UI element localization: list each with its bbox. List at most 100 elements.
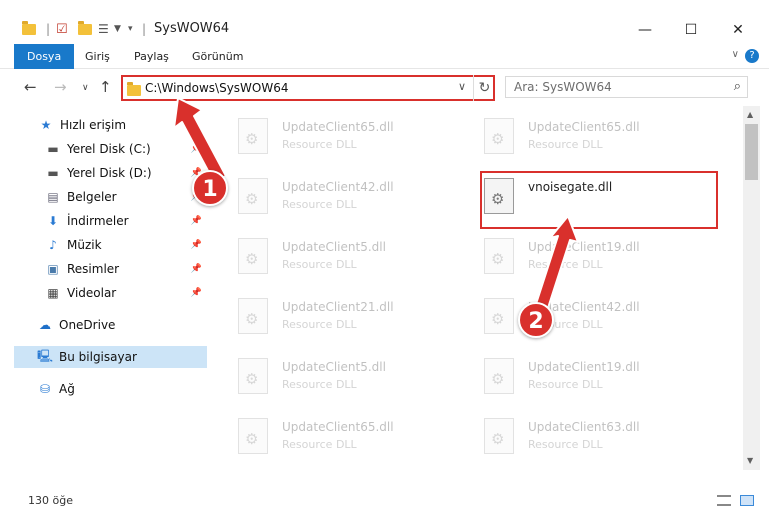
sidebar-item-local-disk-c[interactable]: ▬ Yerel Disk (C:) 📌 [0, 138, 208, 160]
tab-view[interactable]: Görünüm [192, 44, 243, 69]
pin-icon: 📌 [190, 216, 202, 226]
search-icon[interactable]: ⌕ [734, 79, 741, 94]
address-bar[interactable]: C:\Windows\SysWOW64 ∨ ↻ [121, 75, 495, 101]
sidebar-item-pictures[interactable]: ▣ Resimler 📌 [0, 258, 208, 280]
list-item[interactable]: UpdateClient19.dll Resource DLL [484, 356, 714, 402]
new-folder-icon[interactable] [78, 20, 92, 38]
file-name: UpdateClient65.dll [282, 420, 394, 434]
quick-access-dropdown-icon[interactable]: ▼ [114, 20, 121, 38]
dll-file-icon [238, 238, 268, 274]
list-item[interactable]: UpdateClient42.dll Resource DLL [238, 176, 468, 222]
scroll-up-icon[interactable]: ▲ [747, 110, 753, 119]
tiles-view-icon[interactable] [740, 495, 754, 506]
file-list: UpdateClient65.dll Resource DLL UpdateCl… [208, 110, 743, 470]
up-arrow-icon[interactable]: ↑ [99, 78, 112, 96]
sidebar-item-videos[interactable]: ▦ Videolar 📌 [0, 282, 208, 304]
ribbon-tabs: Dosya Giriş Paylaş Görünüm ∨ ? [0, 44, 769, 69]
list-item[interactable]: UpdateClient5.dll Resource DLL [238, 356, 468, 402]
close-button[interactable]: ✕ [718, 18, 758, 42]
sidebar-item-local-disk-d[interactable]: ▬ Yerel Disk (D:) 📌 [0, 162, 208, 184]
sidebar-item-label: Yerel Disk (D:) [67, 166, 152, 180]
maximize-button[interactable]: ☐ [671, 18, 711, 42]
list-item[interactable]: UpdateClient19.dll Resource DLL [484, 236, 714, 282]
sidebar-item-this-pc[interactable]: 🖳 Bu bilgisayar [14, 346, 207, 368]
list-item[interactable]: UpdateClient63.dll Resource DLL [484, 416, 714, 462]
file-name: UpdateClient19.dll [528, 360, 640, 374]
sidebar-item-label: Resimler [67, 262, 120, 276]
scroll-down-icon[interactable]: ▼ [747, 456, 753, 465]
details-view-icon[interactable] [717, 495, 731, 506]
file-name: UpdateClient63.dll [528, 420, 640, 434]
music-icon: ♪ [49, 238, 57, 252]
cloud-icon: ☁ [39, 318, 51, 332]
dll-file-icon [238, 298, 268, 334]
file-type: Resource DLL [282, 318, 357, 331]
sidebar-item-network[interactable]: ⛁ Ağ [0, 378, 208, 400]
step-1-badge: 1 [192, 170, 228, 206]
recent-locations-icon[interactable]: ∨ [82, 83, 89, 93]
overflow-icon[interactable]: ▾ [128, 20, 133, 38]
item-count: 130 öğe [28, 494, 73, 507]
separator: | [46, 22, 51, 36]
sidebar-item-music[interactable]: ♪ Müzik 📌 [0, 234, 208, 256]
folder-icon [22, 20, 36, 38]
search-input[interactable]: Ara: SysWOW64 ⌕ [505, 76, 748, 98]
sidebar-item-label: OneDrive [59, 318, 116, 332]
address-path[interactable]: C:\Windows\SysWOW64 [145, 81, 289, 95]
vertical-scrollbar[interactable]: ▲ ▼ [743, 106, 760, 470]
tab-file[interactable]: Dosya [14, 44, 75, 69]
file-type: Resource DLL [282, 258, 357, 271]
minimize-button[interactable]: — [625, 18, 665, 42]
list-item[interactable]: UpdateClient21.dll Resource DLL [238, 296, 468, 342]
file-name: UpdateClient65.dll [528, 120, 640, 134]
pin-icon: 📌 [190, 264, 202, 274]
highlight-box [480, 171, 718, 229]
status-bar: 130 öğe [0, 488, 769, 512]
drive-icon: ▬ [47, 166, 59, 180]
list-item[interactable]: UpdateClient5.dll Resource DLL [238, 236, 468, 282]
sidebar-item-downloads[interactable]: ⬇ İndirmeler 📌 [0, 210, 208, 232]
chevron-down-icon[interactable]: ∨ [732, 49, 739, 60]
sidebar-item-label: İndirmeler [67, 214, 129, 228]
dll-file-icon [484, 238, 514, 274]
file-type: Resource DLL [282, 438, 357, 451]
list-item[interactable]: UpdateClient65.dll Resource DLL [238, 116, 468, 162]
star-icon: ★ [40, 118, 52, 132]
customize-icon[interactable]: ☰ [98, 20, 109, 38]
pin-icon: 📌 [190, 288, 202, 298]
title-separator: | [142, 22, 147, 36]
tab-share[interactable]: Paylaş [134, 44, 169, 69]
sidebar-item-onedrive[interactable]: ☁ OneDrive [0, 314, 208, 336]
computer-icon: 🖳 [37, 348, 54, 363]
file-type: Resource DLL [528, 438, 603, 451]
sidebar-item-documents[interactable]: ▤ Belgeler 📌 [0, 186, 208, 208]
navigation-pane: ★ Hızlı erişim ▬ Yerel Disk (C:) 📌 ▬ Yer… [0, 110, 208, 470]
properties-icon[interactable]: ☑ [56, 20, 68, 38]
sidebar-item-label: Ağ [59, 382, 75, 396]
dll-file-icon [238, 178, 268, 214]
forward-arrow-icon[interactable]: → [54, 78, 67, 96]
file-name: UpdateClient19.dll [528, 240, 640, 254]
list-item[interactable]: UpdateClient65.dll Resource DLL [238, 416, 468, 462]
help-icon[interactable]: ? [745, 49, 759, 63]
dll-file-icon [484, 418, 514, 454]
download-icon: ⬇ [47, 214, 59, 228]
network-icon: ⛁ [39, 382, 51, 396]
file-name: UpdateClient21.dll [282, 300, 394, 314]
scrollbar-thumb[interactable] [745, 124, 758, 180]
back-arrow-icon[interactable]: ← [24, 78, 37, 96]
chevron-down-icon[interactable]: ∨ [458, 80, 466, 93]
refresh-icon[interactable]: ↻ [473, 75, 495, 101]
sidebar-item-label: Hızlı erişim [60, 118, 127, 132]
file-name: UpdateClient65.dll [282, 120, 394, 134]
sidebar-item-label: Belgeler [67, 190, 117, 204]
file-name: UpdateClient5.dll [282, 240, 386, 254]
search-placeholder: Ara: SysWOW64 [514, 80, 612, 94]
tab-home[interactable]: Giriş [85, 44, 110, 69]
dll-file-icon [238, 358, 268, 394]
sidebar-item-label: Yerel Disk (C:) [67, 142, 151, 156]
sidebar-item-quick-access[interactable]: ★ Hızlı erişim [0, 114, 208, 136]
dll-file-icon [484, 118, 514, 154]
list-item[interactable]: UpdateClient65.dll Resource DLL [484, 116, 714, 162]
sidebar-item-label: Müzik [67, 238, 102, 252]
